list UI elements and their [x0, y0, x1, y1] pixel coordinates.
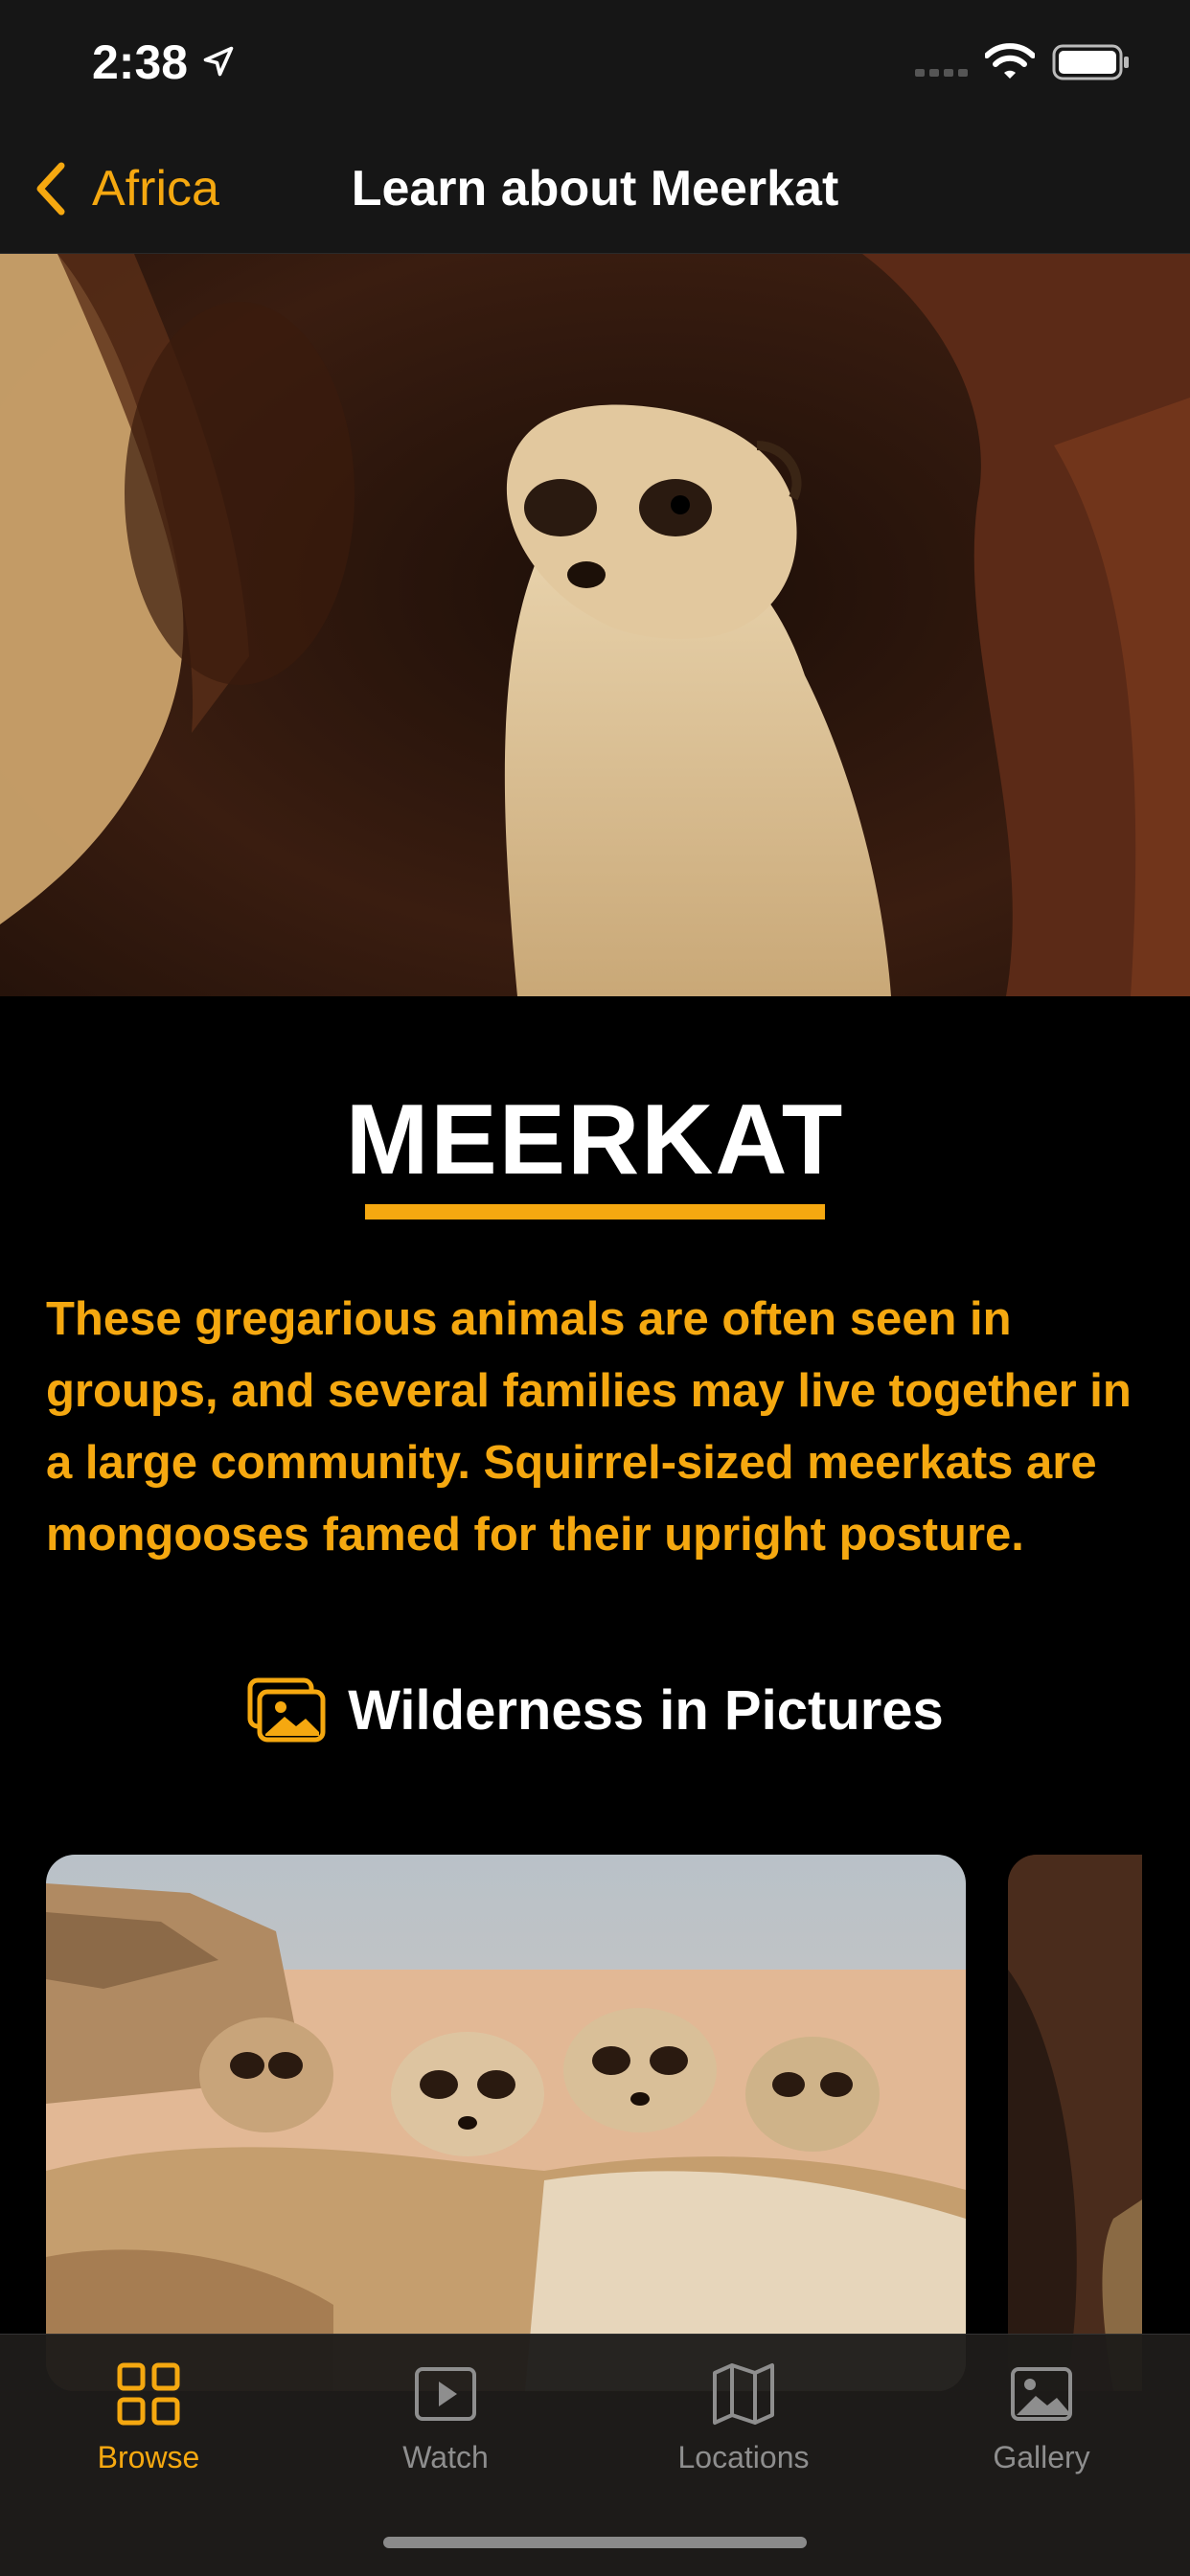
tab-browse[interactable]: Browse [24, 2361, 273, 2475]
grid-icon [117, 2362, 180, 2426]
back-button[interactable]: Africa [34, 155, 219, 222]
tab-label: Browse [97, 2440, 200, 2474]
battery-icon [1052, 44, 1129, 80]
section-title: Wilderness in Pictures [348, 1678, 944, 1742]
location-arrow-icon [203, 46, 234, 77]
tab-label: Gallery [993, 2440, 1090, 2474]
photo-icon [1011, 2367, 1072, 2421]
chevron-left-icon [36, 162, 65, 216]
animal-description: These gregarious animals are often seen … [46, 1293, 1132, 1561]
home-indicator[interactable] [383, 2537, 807, 2548]
tab-label: Watch [402, 2440, 489, 2474]
animal-title: MEERKAT [345, 1084, 845, 1196]
gallery-card-next[interactable] [1008, 1855, 1142, 2391]
status-bar: 2:38 [0, 0, 1190, 126]
animal-title-wrap: MEERKAT [0, 1087, 1190, 1193]
tab-watch[interactable]: Watch [321, 2361, 570, 2475]
tab-label: Locations [677, 2440, 810, 2474]
title-underline [365, 1204, 825, 1220]
photos-icon [247, 1677, 326, 1743]
tab-gallery[interactable]: Gallery [917, 2361, 1166, 2475]
gallery-section-header: Wilderness in Pictures [0, 1676, 1190, 1744]
play-icon [415, 2367, 476, 2421]
navigation-bar: Learn about Meerkat Africa [0, 126, 1190, 254]
cellular-signal-icon [915, 69, 968, 77]
status-time: 2:38 [92, 35, 189, 89]
tab-locations[interactable]: Locations [619, 2361, 868, 2475]
wifi-icon [985, 43, 1035, 79]
gallery-card[interactable] [46, 1855, 966, 2391]
hero-image [0, 254, 1190, 996]
map-icon [713, 2363, 774, 2425]
back-label: Africa [92, 161, 219, 217]
